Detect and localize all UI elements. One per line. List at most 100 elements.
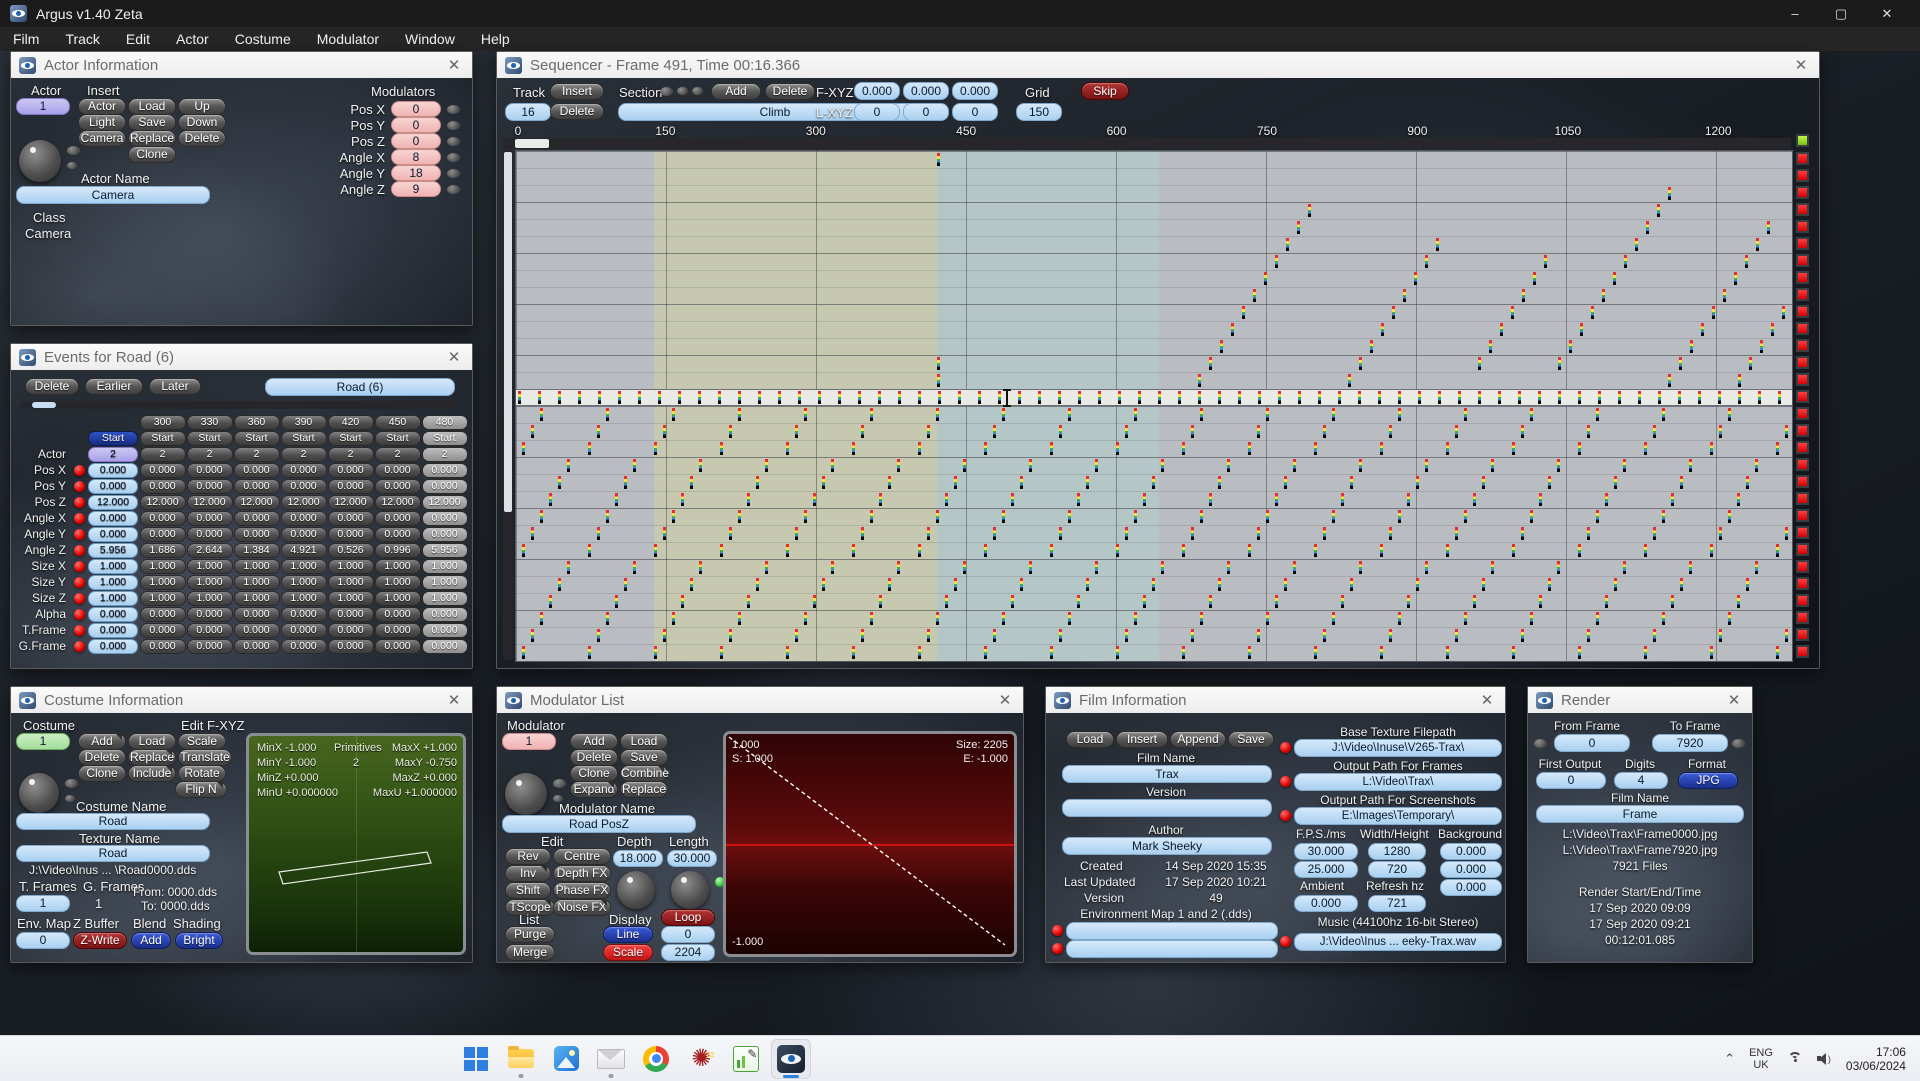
event-marker[interactable] [1323,425,1326,438]
event-marker[interactable] [720,442,723,455]
envmap2-dot[interactable] [1052,943,1063,954]
event-marker[interactable] [1785,425,1788,438]
zwrite-toggle[interactable]: Z-Write [73,932,127,949]
event-marker[interactable] [795,425,798,438]
event-marker[interactable] [1118,391,1121,404]
angle-y-cell[interactable]: 0.000 [140,527,186,542]
pos-z-cell[interactable]: 12.000 [375,495,421,510]
record-dot[interactable] [74,481,85,492]
frames-path-dot[interactable] [1280,776,1291,787]
event-marker[interactable] [538,391,541,404]
event-marker[interactable] [1653,527,1656,540]
actor-cell[interactable]: 2 [328,447,374,462]
record-dot[interactable] [74,577,85,588]
event-marker[interactable] [1143,493,1146,506]
event-marker[interactable] [1050,442,1053,455]
event-marker[interactable] [918,442,921,455]
track-indicator[interactable] [1796,305,1809,318]
event-marker[interactable] [1158,391,1161,404]
event-marker[interactable] [1370,340,1373,353]
track-indicator[interactable] [1796,458,1809,471]
event-marker[interactable] [1161,459,1164,472]
event-marker[interactable] [522,442,525,455]
track-indicator[interactable] [1796,169,1809,182]
modulator-window-titlebar[interactable]: Modulator List ✕ [497,687,1023,714]
event-marker[interactable] [1238,391,1241,404]
save-button[interactable]: Save [128,114,176,131]
pos-y-cell[interactable]: 0.000 [422,479,468,494]
record-dot[interactable] [74,465,85,476]
event-marker[interactable] [878,391,881,404]
event-marker[interactable] [795,527,798,540]
event-marker[interactable] [1548,578,1551,591]
event-marker[interactable] [1161,561,1164,574]
event-marker[interactable] [1473,493,1476,506]
loop-toggle[interactable]: Loop [661,909,715,926]
event-marker[interactable] [1403,289,1406,302]
event-marker[interactable] [1125,425,1128,438]
track-indicator[interactable] [1796,186,1809,199]
render-window-titlebar[interactable]: Render ✕ [1528,687,1752,714]
minimize-button[interactable]: – [1772,6,1818,22]
event-marker[interactable] [1068,510,1071,523]
event-marker[interactable] [558,391,561,404]
column-header-330[interactable]: 330 [187,415,233,430]
append-button[interactable]: Append [1170,731,1226,748]
size-z-cell[interactable]: 1.000 [375,591,421,606]
event-marker[interactable] [963,459,966,472]
event-marker[interactable] [1242,306,1245,319]
start-header-selected[interactable]: Start [88,431,138,446]
track-indicator[interactable] [1796,356,1809,369]
width-field[interactable]: 1280 [1368,843,1426,860]
event-marker[interactable] [918,646,921,659]
event-marker[interactable] [1284,578,1287,591]
add-button[interactable]: Add [570,733,618,750]
angle-y-cell[interactable]: 0.000 [281,527,327,542]
event-marker[interactable] [1512,544,1515,557]
add-button[interactable]: Add [78,733,126,750]
angle-y-selected-cell[interactable]: 0.000 [88,527,138,542]
menu-costume[interactable]: Costume [222,29,304,49]
event-marker[interactable] [1680,476,1683,489]
fy-field[interactable]: 0.000 [903,82,949,100]
event-marker[interactable] [870,612,873,625]
event-marker[interactable] [1077,493,1080,506]
angle-x-selected-cell[interactable]: 0.000 [88,511,138,526]
event-marker[interactable] [1425,561,1428,574]
music-dot[interactable] [1280,936,1291,947]
angle-y-cell[interactable]: 0.000 [422,527,468,542]
event-marker[interactable] [1737,595,1740,608]
event-marker[interactable] [531,527,534,540]
event-marker[interactable] [1710,442,1713,455]
event-marker[interactable] [699,561,702,574]
event-marker[interactable] [1436,238,1439,251]
wifi-icon[interactable] [1787,1052,1803,1065]
scale-toggle[interactable]: Scale [603,944,653,961]
delete-event-button[interactable]: Delete [25,378,79,395]
record-dot[interactable] [74,561,85,572]
actor-step-down[interactable] [67,162,77,169]
close-icon[interactable]: ✕ [995,691,1015,709]
length-knob[interactable] [671,871,709,909]
event-marker[interactable] [615,595,618,608]
menu-help[interactable]: Help [468,29,523,49]
pos-x-cell[interactable]: 0.000 [234,463,280,478]
event-marker[interactable] [1266,408,1269,421]
event-marker[interactable] [813,595,816,608]
angle-x-modulator-field[interactable]: 8 [391,149,441,165]
close-icon[interactable]: ✕ [1791,56,1811,74]
stepper[interactable] [447,121,460,130]
event-marker[interactable] [1539,595,1542,608]
g-frame-cell[interactable]: 0.000 [422,639,468,654]
menu-edit[interactable]: Edit [113,29,163,49]
event-marker[interactable] [1602,289,1605,302]
start-header[interactable]: Start [281,431,327,446]
depth-knob[interactable] [617,871,655,909]
pos-z-cell[interactable]: 12.000 [234,495,280,510]
redapp-icon[interactable]: ✺ 32 [681,1039,721,1079]
track-indicator[interactable] [1796,441,1809,454]
t-frame-cell[interactable]: 0.000 [328,623,374,638]
sequencer-window-titlebar[interactable]: Sequencer - Frame 491, Time 00:16.366 ✕ [497,52,1819,79]
event-marker[interactable] [954,476,957,489]
event-marker[interactable] [1530,408,1533,421]
